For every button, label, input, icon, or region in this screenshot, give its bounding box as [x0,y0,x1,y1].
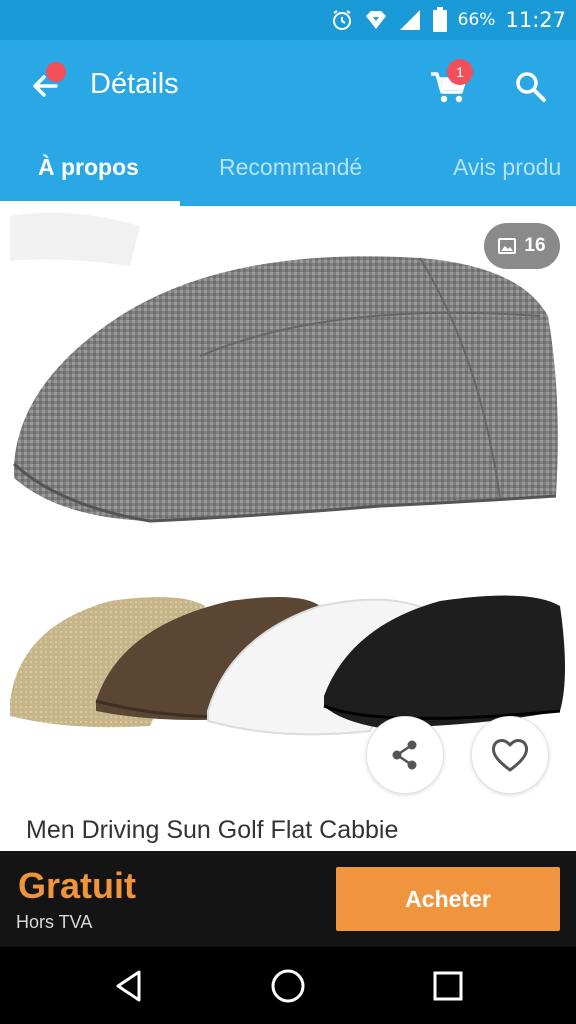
circle-home-icon [271,969,305,1003]
tab-a-propos[interactable]: À propos [38,154,139,181]
product-photo [10,212,565,736]
tax-note: Hors TVA [16,912,93,932]
notification-dot [46,62,66,82]
tab-recommande[interactable]: Recommandé [219,154,362,181]
gallery-icon [498,238,517,254]
share-button[interactable] [366,716,444,794]
status-icons: 66% 11:27 [330,0,566,40]
signal-icon [398,8,422,32]
vpn-icon [364,8,388,32]
product-title: Men Driving Sun Golf Flat Cabbie [26,816,399,844]
app-bar: Détails 1 [0,40,576,132]
battery-icon [432,7,448,33]
tab-bar: À propos Recommandé Avis produ [0,132,576,206]
buy-button[interactable]: Acheter [336,867,560,931]
image-count: 16 [524,235,546,256]
product-image[interactable] [0,206,576,810]
share-icon [392,740,417,770]
page-title: Détails [90,68,179,100]
wishlist-button[interactable] [471,716,549,794]
triangle-back-icon [116,970,141,1002]
nav-recents-button[interactable] [427,965,469,1007]
search-icon [516,72,546,102]
clock: 11:27 [505,8,566,32]
image-count-badge[interactable]: 16 [484,223,560,269]
status-bar: 66% 11:27 [0,0,576,40]
search-button[interactable] [512,68,550,106]
price: Gratuit [18,865,137,906]
heart-icon [491,739,529,772]
tab-avis-produit[interactable]: Avis produ [453,154,561,181]
alarm-icon [330,8,354,32]
system-nav-bar [0,947,576,1024]
square-recents-icon [433,971,463,1001]
cart-badge: 1 [447,59,473,85]
battery-level: 66% [457,10,496,30]
nav-back-button[interactable] [108,965,150,1007]
nav-home-button[interactable] [267,965,309,1007]
purchase-bar: Gratuit Hors TVA Acheter [0,851,576,947]
